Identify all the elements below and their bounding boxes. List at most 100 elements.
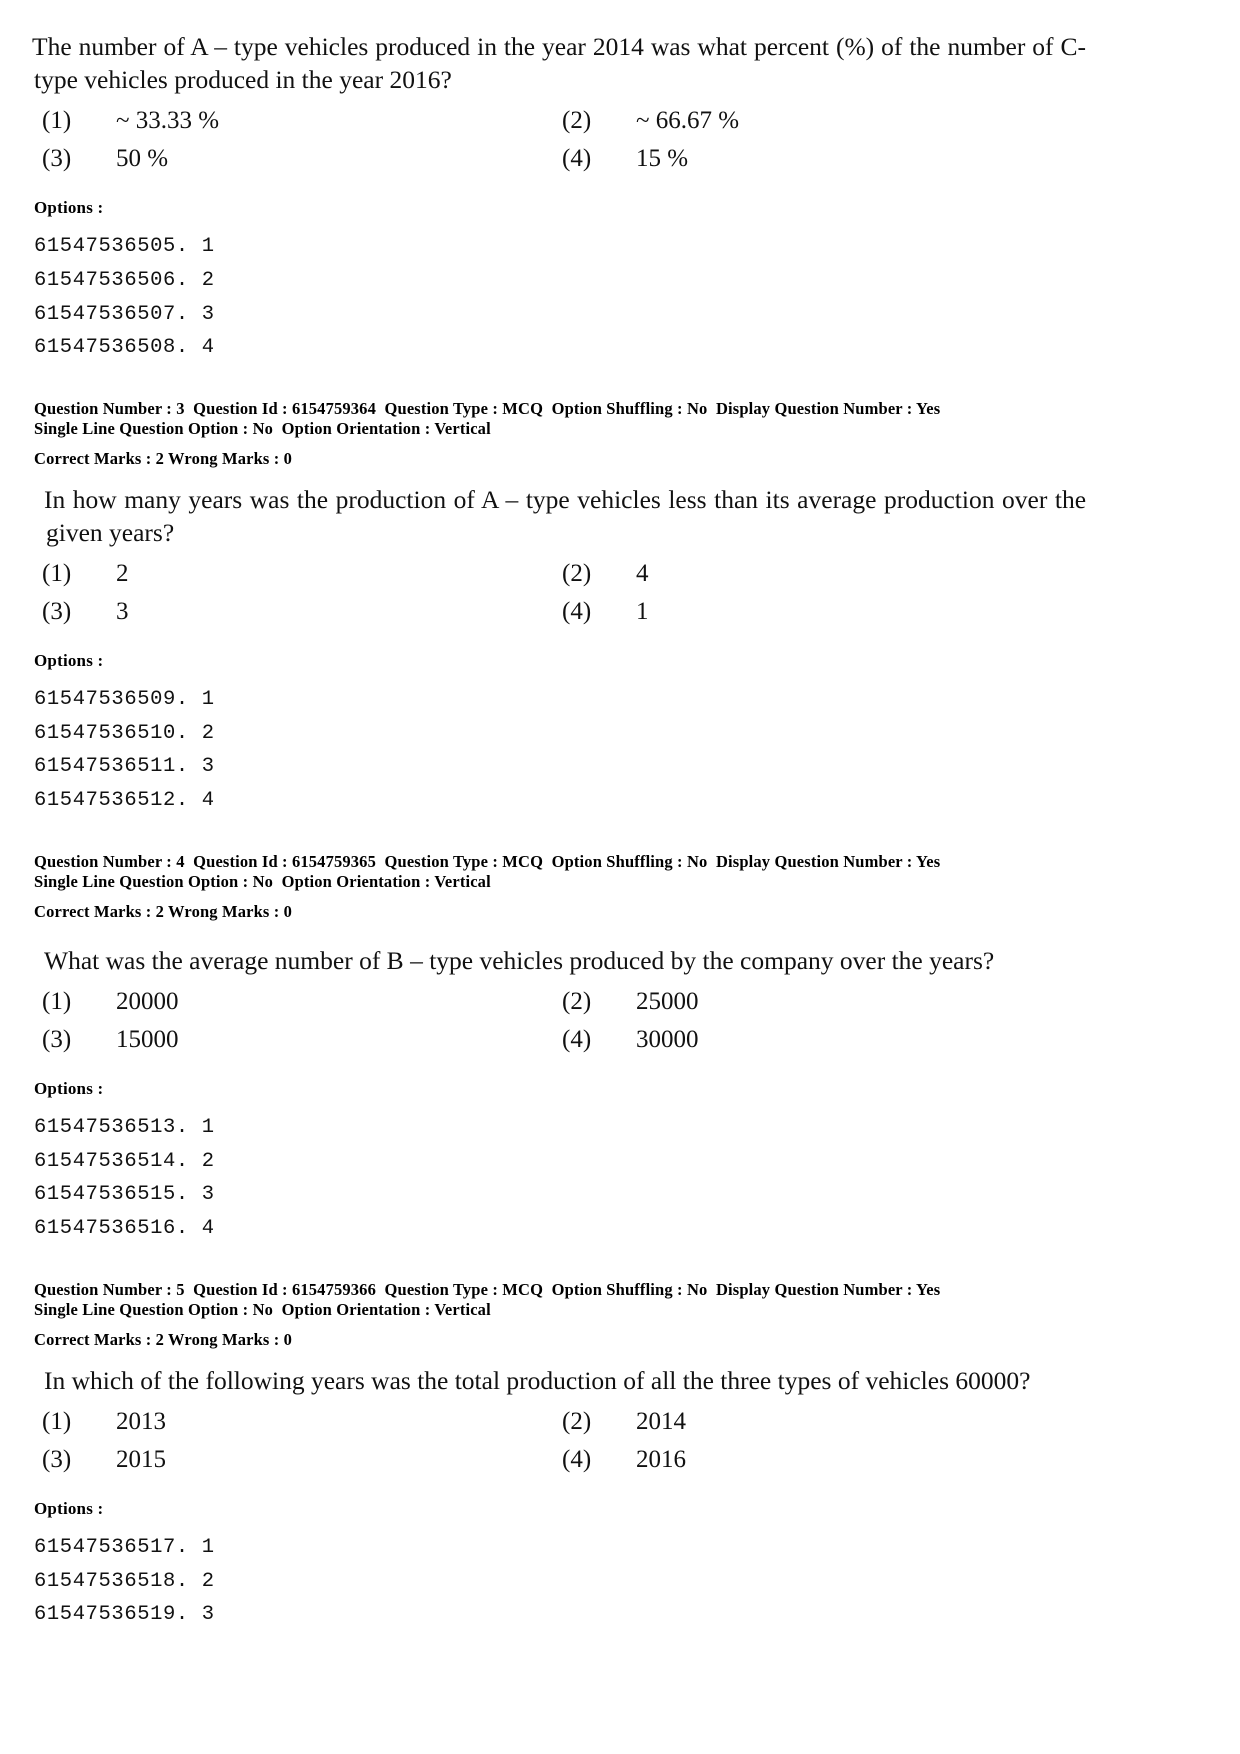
choice-text: 15 %	[636, 145, 689, 173]
options-id-block: Options : 61547536509. 1 61547536510. 2 …	[34, 651, 1086, 817]
choice-text: 25000	[636, 988, 699, 1016]
metadata-line-primary: Question Number : 3 Question Id : 615475…	[34, 398, 941, 418]
option-id-row: 61547536513. 1	[34, 1116, 215, 1140]
choice-number: (2)	[562, 560, 592, 588]
choice-text: 2015	[116, 1445, 166, 1473]
question-metadata: Question Number : 5 Question Id : 615475…	[34, 1280, 1086, 1350]
choice-option-4[interactable]: (4) 1	[562, 593, 1086, 631]
option-id-row: 61547536507. 3	[34, 302, 215, 326]
question-body: What was the average number of B – type …	[34, 936, 1086, 1246]
choice-number: (1)	[42, 107, 72, 135]
choice-text: 2016	[636, 1445, 686, 1473]
choice-option-3[interactable]: (3) 50 %	[42, 140, 562, 178]
option-id-row: 61547536512. 4	[34, 789, 215, 813]
question-stem: In how many years was the production of …	[34, 483, 1086, 549]
choice-number: (3)	[42, 1026, 72, 1054]
choice-number: (4)	[562, 145, 592, 173]
choice-option-2[interactable]: (2) 25000	[562, 983, 1086, 1021]
choice-text: ~ 66.67 %	[636, 107, 740, 135]
choice-option-3[interactable]: (3) 2015	[42, 1441, 562, 1479]
page-content: The number of A – type vehicles produced…	[32, 30, 1086, 1632]
choice-number: (2)	[562, 1407, 592, 1435]
choice-option-1[interactable]: (1) ~ 33.33 %	[42, 102, 562, 140]
option-id-row: 61547536508. 4	[34, 336, 215, 360]
choice-option-2[interactable]: (2) 2014	[562, 1403, 1086, 1441]
metadata-marks-line: Correct Marks : 2 Wrong Marks : 0	[34, 901, 293, 921]
choice-text: 2014	[636, 1407, 686, 1435]
question-block-q2-continued: The number of A – type vehicles produced…	[32, 30, 1086, 365]
option-id-row: 61547536514. 2	[34, 1149, 215, 1173]
choice-grid: (1) 2013 (2) 2014 (3) 2015 (4) 2016	[34, 1403, 1086, 1479]
choice-text: 20000	[116, 988, 179, 1016]
choice-option-2[interactable]: (2) ~ 66.67 %	[562, 102, 1086, 140]
option-id-row: 61547536515. 3	[34, 1183, 215, 1207]
option-id-row: 61547536517. 1	[34, 1535, 215, 1559]
choice-number: (4)	[562, 598, 592, 626]
choice-grid: (1) ~ 33.33 % (2) ~ 66.67 % (3) 50 % (4)…	[34, 102, 1086, 178]
metadata-line-primary: Question Number : 4 Question Id : 615475…	[34, 851, 941, 871]
option-id-row: 61547536511. 3	[34, 755, 215, 779]
choice-number: (1)	[42, 1407, 72, 1435]
question-stem: What was the average number of B – type …	[34, 944, 1086, 977]
question-stem-line: In how many years was the production of …	[44, 484, 995, 514]
choice-option-4[interactable]: (4) 2016	[562, 1441, 1086, 1479]
question-stem-line: vehicles 60000?	[865, 1365, 1031, 1395]
options-heading: Options :	[34, 1498, 104, 1518]
choice-text: 1	[636, 598, 649, 626]
option-id-row: 61547536506. 2	[34, 268, 215, 292]
question-body: In which of the following years was the …	[34, 1364, 1086, 1632]
question-stem-line: The number of A – type vehicles produced…	[32, 32, 941, 61]
options-heading: Options :	[34, 198, 104, 218]
metadata-marks-line: Correct Marks : 2 Wrong Marks : 0	[34, 448, 293, 468]
choice-number: (1)	[42, 988, 72, 1016]
question-stem-line: What was the average number of B – type …	[44, 945, 995, 975]
choice-number: (3)	[42, 598, 72, 626]
option-id-row: 61547536510. 2	[34, 721, 215, 745]
choice-option-3[interactable]: (3) 3	[42, 593, 562, 631]
options-id-block: Options : 61547536505. 1 61547536506. 2 …	[34, 198, 1086, 364]
choice-option-4[interactable]: (4) 30000	[562, 1021, 1086, 1059]
metadata-marks-line: Correct Marks : 2 Wrong Marks : 0	[34, 1329, 293, 1349]
choice-option-1[interactable]: (1) 2	[42, 555, 562, 593]
option-id-row: 61547536518. 2	[34, 1569, 215, 1593]
options-heading: Options :	[34, 651, 104, 671]
choice-text: 4	[636, 560, 649, 588]
choice-option-2[interactable]: (2) 4	[562, 555, 1086, 593]
option-id-row: 61547536516. 4	[34, 1216, 215, 1240]
choice-number: (4)	[562, 1026, 592, 1054]
choice-number: (1)	[42, 560, 72, 588]
choice-number: (4)	[562, 1445, 592, 1473]
question-block-q5: Question Number : 5 Question Id : 615475…	[34, 1280, 1086, 1632]
question-stem: In which of the following years was the …	[34, 1364, 1086, 1397]
choice-number: (3)	[42, 1445, 72, 1473]
choice-grid: (1) 20000 (2) 25000 (3) 15000 (4) 30000	[34, 983, 1086, 1059]
options-id-block: Options : 61547536513. 1 61547536514. 2 …	[34, 1079, 1086, 1245]
options-id-block: Options : 61547536517. 1 61547536518. 2 …	[34, 1499, 1086, 1632]
option-id-row: 61547536505. 1	[34, 235, 215, 259]
choice-number: (2)	[562, 988, 592, 1016]
choice-option-1[interactable]: (1) 20000	[42, 983, 562, 1021]
option-id-row: 61547536509. 1	[34, 688, 215, 712]
exam-question-paper-page: The number of A – type vehicles produced…	[0, 0, 1240, 1754]
choice-option-3[interactable]: (3) 15000	[42, 1021, 562, 1059]
question-metadata: Question Number : 3 Question Id : 615475…	[34, 399, 1086, 469]
metadata-line-secondary: Single Line Question Option : No Option …	[34, 871, 491, 891]
choice-option-1[interactable]: (1) 2013	[42, 1403, 562, 1441]
question-stem: The number of A – type vehicles produced…	[32, 30, 1086, 96]
choice-option-4[interactable]: (4) 15 %	[562, 140, 1086, 178]
question-block-q3: Question Number : 3 Question Id : 615475…	[34, 399, 1086, 818]
choice-text: 15000	[116, 1026, 179, 1054]
choice-text: 2013	[116, 1407, 166, 1435]
metadata-line-secondary: Single Line Question Option : No Option …	[34, 1299, 491, 1319]
choice-text: 50 %	[116, 145, 169, 173]
choice-number: (2)	[562, 107, 592, 135]
options-heading: Options :	[34, 1079, 104, 1099]
choice-grid: (1) 2 (2) 4 (3) 3 (4) 1	[34, 555, 1086, 631]
choice-text: 30000	[636, 1026, 699, 1054]
metadata-line-primary: Question Number : 5 Question Id : 615475…	[34, 1279, 941, 1299]
choice-text: ~ 33.33 %	[116, 107, 220, 135]
question-body: In how many years was the production of …	[34, 483, 1086, 818]
choice-text: 3	[116, 598, 129, 626]
choice-text: 2	[116, 560, 129, 588]
question-stem-line: In which of the following years was the …	[44, 1365, 860, 1395]
